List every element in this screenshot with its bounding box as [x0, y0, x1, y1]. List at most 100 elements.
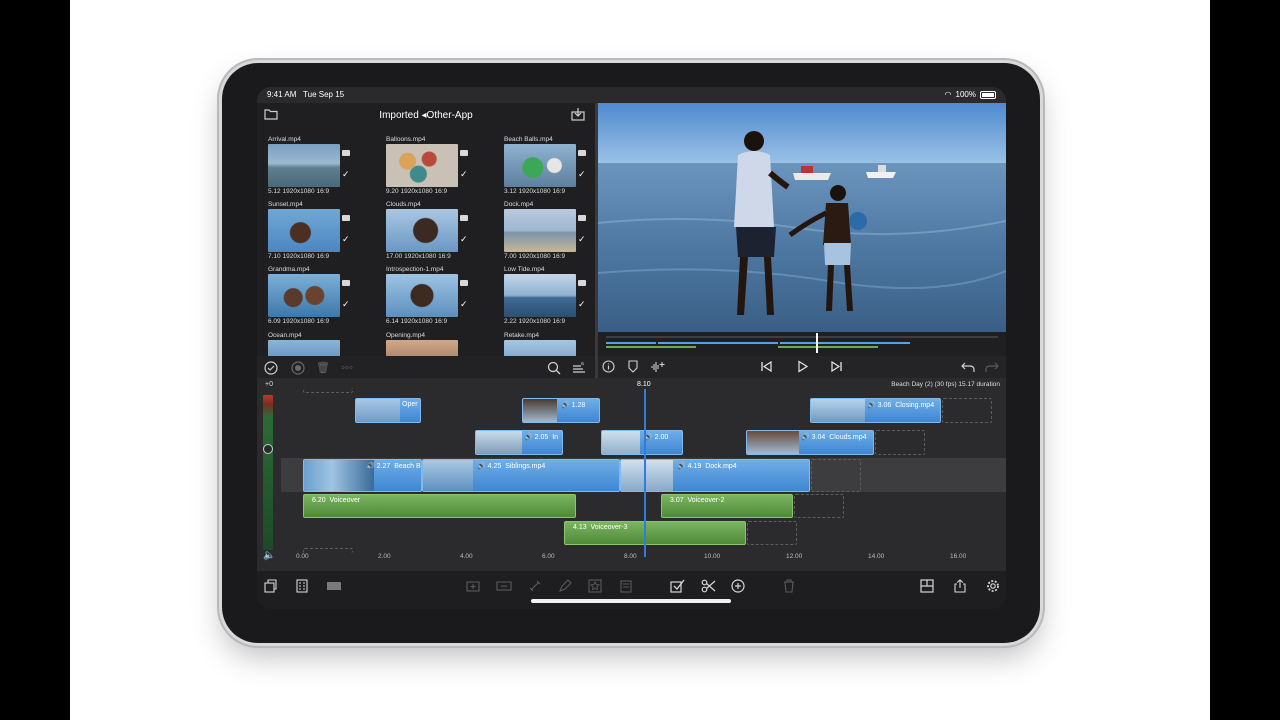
clip-name: Beach B [394, 463, 421, 470]
add-icon[interactable] [729, 579, 747, 595]
clip-item[interactable]: Introspection-1.mp4 ✓ 6.14 1920x1080 16:… [384, 266, 494, 329]
trash-icon[interactable] [780, 579, 798, 595]
project-info: Beach Day (2) (30 fps) 15.17 duration [891, 381, 1000, 388]
scissors-icon[interactable] [699, 579, 717, 595]
clip-item[interactable]: Opening.mp4 [384, 332, 494, 356]
sort-icon[interactable]: a [571, 361, 587, 375]
clip-label: 6.20 Voiceover [312, 497, 360, 504]
add-audio-icon[interactable] [650, 360, 666, 374]
clip-thumbnail [386, 274, 458, 317]
clip-thumbnail [747, 431, 799, 454]
clip-meta: 9.20 1920x1080 16:9 [386, 188, 447, 195]
ruler-tick-label: 4.00 [460, 553, 473, 560]
favorite-icon[interactable] [586, 579, 604, 595]
media-browser: Imported ◂Other-App Arrival.mp4 ✓ 5.12 1… [257, 103, 595, 356]
date-text: Tue Sep 15 [303, 90, 345, 99]
select-icon[interactable] [668, 579, 686, 595]
browser-title[interactable]: Imported ◂Other-App [257, 110, 595, 121]
timeline-clip[interactable]: Oper [355, 398, 421, 423]
clipboard-icon[interactable] [617, 579, 635, 595]
clip-item[interactable]: Clouds.mp4 ✓ 17.00 1920x1080 16:9 [384, 201, 494, 264]
skip-forward-icon[interactable] [828, 360, 844, 374]
clip-meta: 7.00 1920x1080 16:9 [504, 253, 565, 260]
timeline-clip[interactable]: 🔊 4.19 Dock.mp4 [620, 459, 810, 492]
clip-duration: 6.20 [312, 497, 326, 504]
timeline-clip[interactable]: 🔊 4.25 Siblings.mp4 [422, 459, 620, 492]
info-icon[interactable] [600, 360, 616, 374]
marker-icon[interactable] [625, 360, 641, 374]
clip-name: In [552, 434, 559, 441]
settings-icon[interactable] [984, 579, 1002, 595]
clip-resolution: 1920x1080 [518, 188, 551, 195]
audio-clip[interactable]: 6.20 Voiceover [303, 494, 576, 518]
clip-name: Balloons.mp4 [386, 136, 426, 143]
inspector-icon[interactable] [293, 579, 311, 595]
clip-duration-label: 🔊 1.28 [561, 402, 586, 409]
timeline-clip[interactable]: 🔊 3.04 Clouds.mp4 [746, 430, 874, 455]
clip-name: Dock.mp4 [504, 201, 534, 208]
clip-item[interactable]: Ocean.mp4 [266, 332, 376, 356]
audio-clip[interactable]: 3.07 Voiceover-2 [661, 494, 793, 518]
video-viewer[interactable] [598, 103, 1006, 332]
waveform-icon[interactable] [325, 579, 343, 595]
clip-thumbnail [268, 144, 340, 187]
clip-thumbnail [621, 460, 673, 491]
timeline[interactable]: +0 🔈 Beach Day (2) (30 fps) 15.17 durati… [257, 378, 1006, 571]
clip-item[interactable]: Balloons.mp4 ✓ 9.20 1920x1080 16:9 [384, 136, 494, 199]
clip-type-badge [578, 280, 586, 286]
meter-knob[interactable] [263, 444, 273, 454]
clip-name: Clouds.mp4 [829, 434, 867, 441]
clip-thumbnail [268, 340, 340, 356]
clip-thumbnail [356, 399, 400, 422]
search-icon[interactable] [546, 361, 562, 375]
clip-duration: 3.12 [504, 188, 517, 195]
layout-icon[interactable] [918, 579, 936, 595]
undo-icon[interactable] [960, 360, 976, 374]
audio-clip[interactable]: 4.13 Voiceover-3 [564, 521, 746, 545]
share-icon[interactable] [951, 579, 969, 595]
clip-type-badge [460, 280, 468, 286]
insert-icon[interactable] [464, 579, 482, 595]
connect-icon[interactable] [495, 579, 513, 595]
project-icon[interactable] [261, 579, 279, 595]
checkmark-icon: ✓ [578, 234, 586, 244]
timeline-clip[interactable]: 🔊 2.27 Beach B [303, 459, 422, 492]
timeline-clip[interactable]: 🔊 1.28 [522, 398, 600, 423]
more-icon[interactable]: ◦◦◦ [339, 361, 355, 375]
ruler-tick-label: 2.00 [378, 553, 391, 560]
clip-duration: 6.09 [268, 318, 281, 325]
pen-icon[interactable] [556, 579, 574, 595]
scrubber-segment [658, 342, 778, 344]
scrubber-playhead[interactable] [816, 333, 818, 353]
clip-meta: 7.10 1920x1080 16:9 [268, 253, 329, 260]
viewer-scrubber[interactable] [598, 332, 1006, 356]
clip-duration: 2.27 [376, 463, 391, 470]
play-icon[interactable] [794, 360, 810, 374]
checkmark-icon: ✓ [460, 169, 468, 179]
clip-item[interactable]: Arrival.mp4 ✓ 5.12 1920x1080 16:9 [266, 136, 376, 199]
timeline-clip[interactable]: 🔊 2.00 [601, 430, 683, 455]
timeline-playhead[interactable] [644, 389, 646, 557]
bottom-toolbar [257, 571, 1006, 609]
speaker-icon[interactable]: 🔈 [263, 550, 275, 561]
viewer-frame [598, 103, 1006, 332]
clip-item[interactable]: Sunset.mp4 ✓ 7.10 1920x1080 16:9 [266, 201, 376, 264]
import-icon[interactable] [570, 108, 586, 122]
clip-aspect: 16:9 [434, 188, 448, 195]
ruler-tick-label: 0.00 [296, 553, 309, 560]
redo-icon[interactable] [984, 360, 1000, 374]
link-icon[interactable] [526, 579, 544, 595]
checkmark-circle-icon[interactable] [263, 361, 279, 375]
trash-icon[interactable]: 🗑 [315, 361, 331, 375]
record-icon[interactable] [290, 361, 306, 375]
clip-item[interactable]: Grandma.mp4 ✓ 6.09 1920x1080 16:9 [266, 266, 376, 329]
clip-type-badge [342, 280, 350, 286]
clip-meta: 3.12 1920x1080 16:9 [504, 188, 565, 195]
timeline-clip[interactable]: 🔊 2.05 In [475, 430, 563, 455]
timeline-clip[interactable]: 🔊 3.06 Closing.mp4 [810, 398, 941, 423]
clip-type-badge [578, 215, 586, 221]
skip-back-icon[interactable] [758, 360, 774, 374]
home-indicator[interactable] [531, 599, 731, 603]
clip-aspect: 16:9 [552, 253, 566, 260]
clip-resolution: 1920x1080 [518, 253, 551, 260]
